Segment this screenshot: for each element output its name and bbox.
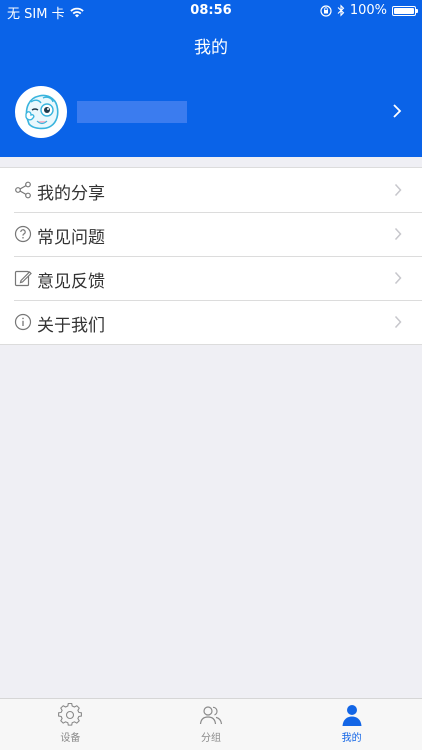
chevron-right-icon — [394, 271, 402, 285]
chevron-right-icon[interactable] — [392, 103, 402, 119]
menu-item-my-share[interactable]: 我的分享 — [0, 168, 422, 212]
header: 无 SIM 卡 08:56 100% 我的 — [0, 0, 422, 157]
info-circle-icon — [14, 313, 32, 331]
tab-label: 分组 — [201, 733, 221, 744]
tab-devices[interactable]: 设备 — [0, 699, 141, 750]
tab-label: 设备 — [60, 733, 81, 744]
orientation-lock-icon — [320, 4, 332, 17]
gear-icon — [58, 703, 83, 726]
chevron-right-icon — [394, 227, 402, 241]
menu-item-label: 我的分享 — [37, 184, 105, 204]
profile-row[interactable] — [0, 84, 422, 140]
menu-item-label: 关于我们 — [37, 316, 105, 336]
avatar[interactable] — [15, 86, 67, 138]
tab-groups[interactable]: 分组 — [141, 699, 282, 750]
bluetooth-icon — [337, 4, 345, 17]
menu-list: 我的分享 常见问题 意见反馈 关于我们 — [0, 167, 422, 345]
username-placeholder — [77, 101, 187, 123]
tab-bar: 设备 分组 我的 — [0, 698, 422, 750]
battery-fill — [394, 7, 414, 14]
menu-item-label: 常见问题 — [37, 228, 105, 248]
tab-mine[interactable]: 我的 — [281, 699, 422, 750]
chevron-right-icon — [394, 183, 402, 197]
chevron-right-icon — [394, 315, 402, 329]
tab-label: 我的 — [341, 733, 362, 744]
battery-text: 100% — [349, 3, 387, 18]
menu-item-label: 意见反馈 — [37, 272, 105, 292]
menu-item-about-us[interactable]: 关于我们 — [0, 300, 422, 344]
menu-item-feedback[interactable]: 意见反馈 — [0, 256, 422, 300]
page-title: 我的 — [194, 38, 228, 58]
edit-icon — [14, 270, 32, 287]
status-bar: 无 SIM 卡 08:56 100% — [0, 0, 422, 22]
person-icon — [342, 705, 362, 726]
share-icon — [15, 181, 31, 199]
status-right: 100% — [320, 3, 418, 18]
question-circle-icon — [14, 225, 32, 243]
cartoon-avatar-icon — [17, 88, 65, 136]
menu-item-faq[interactable]: 常见问题 — [0, 212, 422, 256]
users-icon — [199, 706, 223, 725]
battery-icon — [392, 5, 418, 16]
